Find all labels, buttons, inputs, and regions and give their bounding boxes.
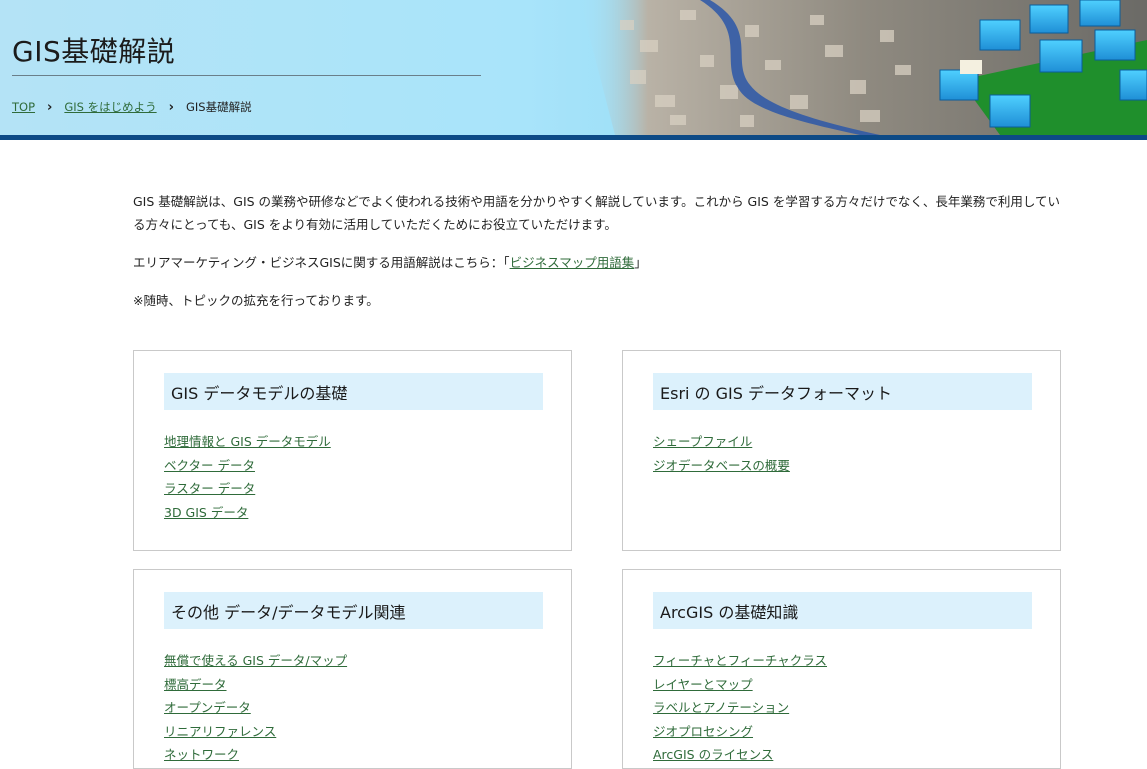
list-item: オープンデータ [164, 697, 347, 721]
list-item: 地理情報と GIS データモデル [164, 431, 331, 455]
card-link-list: シェープファイル ジオデータベースの概要 [653, 431, 790, 478]
update-note: ※随時、トピックの拡充を行っております。 [133, 293, 379, 308]
topic-link[interactable]: ネットワーク [164, 747, 239, 762]
topic-link[interactable]: ジオデータベースの概要 [653, 458, 790, 473]
glossary-suffix-text: 」 [634, 255, 647, 270]
card-heading: GIS データモデルの基礎 [164, 373, 543, 410]
list-item: 3D GIS データ [164, 502, 331, 526]
chevron-right-icon: › [47, 99, 53, 115]
topic-link[interactable]: ジオプロセシング [653, 724, 753, 739]
topic-link[interactable]: ArcGIS のライセンス [653, 747, 773, 762]
list-item: ジオデータベースの概要 [653, 455, 790, 479]
card-gis-data-model-basics: GIS データモデルの基礎 地理情報と GIS データモデル ベクター データ … [133, 350, 572, 551]
hero-banner: GIS基礎解説 TOP › GIS をはじめよう › GIS基礎解説 [0, 0, 1147, 135]
topic-link[interactable]: レイヤーとマップ [653, 677, 753, 692]
topic-link[interactable]: 3D GIS データ [164, 505, 248, 520]
card-heading: その他 データ/データモデル関連 [164, 592, 543, 629]
list-item: 標高データ [164, 674, 347, 698]
topic-link[interactable]: 地理情報と GIS データモデル [164, 434, 331, 449]
intro-paragraph: GIS 基礎解説は、GIS の業務や研修などでよく使われる技術や用語を分かりやす… [133, 194, 1060, 232]
breadcrumb-current: GIS基礎解説 [186, 100, 252, 114]
list-item: ジオプロセシング [653, 721, 827, 745]
list-item: 無償で使える GIS データ/マップ [164, 650, 347, 674]
business-glossary-line: エリアマーケティング・ビジネスGISに関する用語解説はこちら：「ビジネスマップ用… [133, 251, 1063, 274]
topic-link[interactable]: ベクター データ [164, 458, 255, 473]
page-title: GIS基礎解説 [12, 35, 176, 68]
topic-link[interactable]: 標高データ [164, 677, 227, 692]
breadcrumb: TOP › GIS をはじめよう › GIS基礎解説 [12, 99, 252, 115]
topic-link[interactable]: リニアリファレンス [164, 724, 276, 739]
list-item: ラベルとアノテーション [653, 697, 827, 721]
breadcrumb-getting-started-link[interactable]: GIS をはじめよう [64, 99, 156, 115]
chevron-right-icon: › [168, 99, 174, 115]
topic-link[interactable]: ラスター データ [164, 481, 255, 496]
card-arcgis-basics: ArcGIS の基礎知識 フィーチャとフィーチャクラス レイヤーとマップ ラベル… [622, 569, 1061, 769]
topic-link[interactable]: ラベルとアノテーション [653, 700, 789, 715]
header-divider-bar [0, 135, 1147, 140]
card-other-data-models: その他 データ/データモデル関連 無償で使える GIS データ/マップ 標高デー… [133, 569, 572, 769]
topic-link[interactable]: オープンデータ [164, 700, 251, 715]
intro-section: GIS 基礎解説は、GIS の業務や研修などでよく使われる技術や用語を分かりやす… [133, 190, 1063, 327]
list-item: レイヤーとマップ [653, 674, 827, 698]
card-esri-gis-data-format: Esri の GIS データフォーマット シェープファイル ジオデータベースの概… [622, 350, 1061, 551]
list-item: ネットワーク [164, 744, 347, 768]
card-heading: ArcGIS の基礎知識 [653, 592, 1032, 629]
list-item: シェープファイル [653, 431, 790, 455]
breadcrumb-top-link[interactable]: TOP [12, 100, 35, 114]
topic-link[interactable]: フィーチャとフィーチャクラス [653, 653, 827, 668]
list-item: フィーチャとフィーチャクラス [653, 650, 827, 674]
glossary-prefix-text: エリアマーケティング・ビジネスGISに関する用語解説はこちら：「 [133, 255, 510, 270]
business-map-glossary-link[interactable]: ビジネスマップ用語集 [510, 255, 635, 270]
list-item: ベクター データ [164, 455, 331, 479]
title-underline [12, 75, 481, 76]
topic-link[interactable]: シェープファイル [653, 434, 752, 449]
list-item: リニアリファレンス [164, 721, 347, 745]
topic-link[interactable]: 無償で使える GIS データ/マップ [164, 653, 347, 668]
list-item: ArcGIS のライセンス [653, 744, 827, 768]
card-link-list: 地理情報と GIS データモデル ベクター データ ラスター データ 3D GI… [164, 431, 331, 525]
list-item: ラスター データ [164, 478, 331, 502]
city-3d-image [580, 0, 1147, 135]
card-heading: Esri の GIS データフォーマット [653, 373, 1032, 410]
